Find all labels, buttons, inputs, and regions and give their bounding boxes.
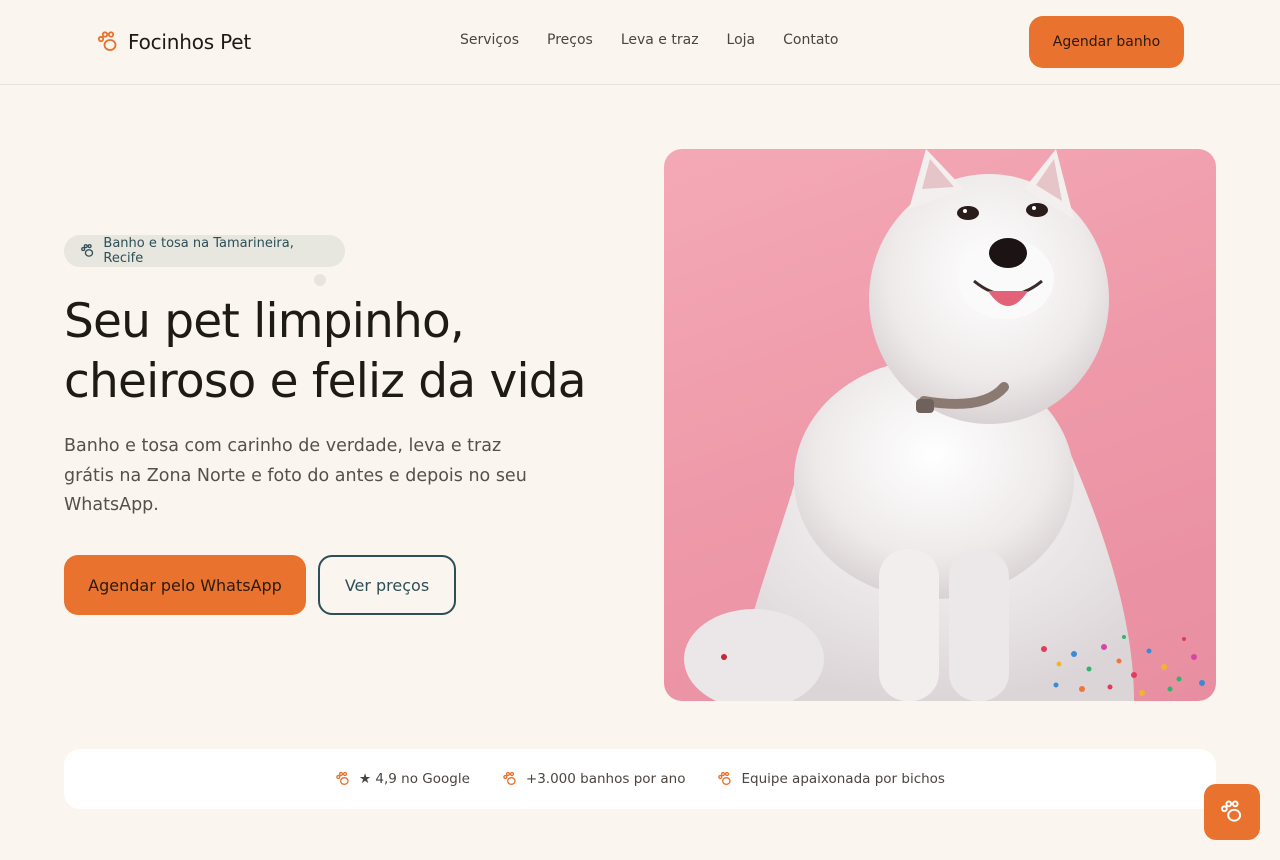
stat-label: ★ 4,9 no Google	[359, 771, 470, 787]
stat-item-baths: +3.000 banhos por ano	[502, 771, 686, 787]
schedule-whatsapp-button[interactable]: Agendar pelo WhatsApp	[64, 555, 306, 615]
brand-name: Focinhos Pet	[128, 30, 252, 54]
nav-link-loja[interactable]: Loja	[727, 32, 756, 48]
stat-label: Equipe apaixonada por bichos	[741, 771, 945, 787]
stat-label: +3.000 banhos por ano	[525, 771, 686, 787]
brand-logo-link[interactable]: Focinhos Pet	[96, 28, 251, 56]
stat-item-rating: ★ 4,9 no Google	[335, 771, 470, 787]
badge-label: Banho e tosa na Tamarineira, Recife	[103, 236, 294, 266]
nav-link-servicos[interactable]: Serviços	[460, 32, 519, 48]
hero-dog-photo	[664, 149, 1216, 701]
headline-line-2: cheiroso e feliz da vida	[64, 354, 587, 409]
paw-icon	[97, 31, 117, 51]
hero-headline: Seu pet limpinho, cheiroso e feliz da vi…	[64, 292, 624, 412]
floating-paw-button[interactable]	[1204, 784, 1260, 840]
nav-link-precos[interactable]: Preços	[547, 32, 593, 48]
view-prices-button[interactable]: Ver preços	[318, 555, 456, 615]
main-nav: Serviços Preços Leva e traz Loja Contato	[460, 32, 838, 48]
hero-subtitle: Banho e tosa com carinho de verdade, lev…	[64, 436, 527, 515]
decorative-dot	[314, 274, 326, 286]
paw-icon	[336, 771, 349, 785]
nav-link-contato[interactable]: Contato	[783, 32, 838, 48]
nav-link-leva-e-traz[interactable]: Leva e traz	[621, 32, 699, 48]
paw-icon	[503, 771, 516, 785]
paw-icon	[718, 771, 732, 785]
site-header: Focinhos Pet Serviços Preços Leva e traz…	[0, 0, 1280, 85]
location-badge: Banho e tosa na Tamarineira, Recife	[64, 235, 345, 267]
stats-bar: ★ 4,9 no Google +3.000 banhos por ano Eq…	[64, 749, 1216, 809]
stat-item-team: Equipe apaixonada por bichos	[717, 771, 945, 787]
paw-icon	[81, 244, 94, 257]
schedule-bath-button[interactable]: Agendar banho	[1029, 16, 1184, 68]
paw-icon	[1221, 800, 1242, 822]
samoyed-dog-illustration	[684, 149, 1205, 701]
headline-line-1: Seu pet limpinho,	[64, 294, 465, 349]
